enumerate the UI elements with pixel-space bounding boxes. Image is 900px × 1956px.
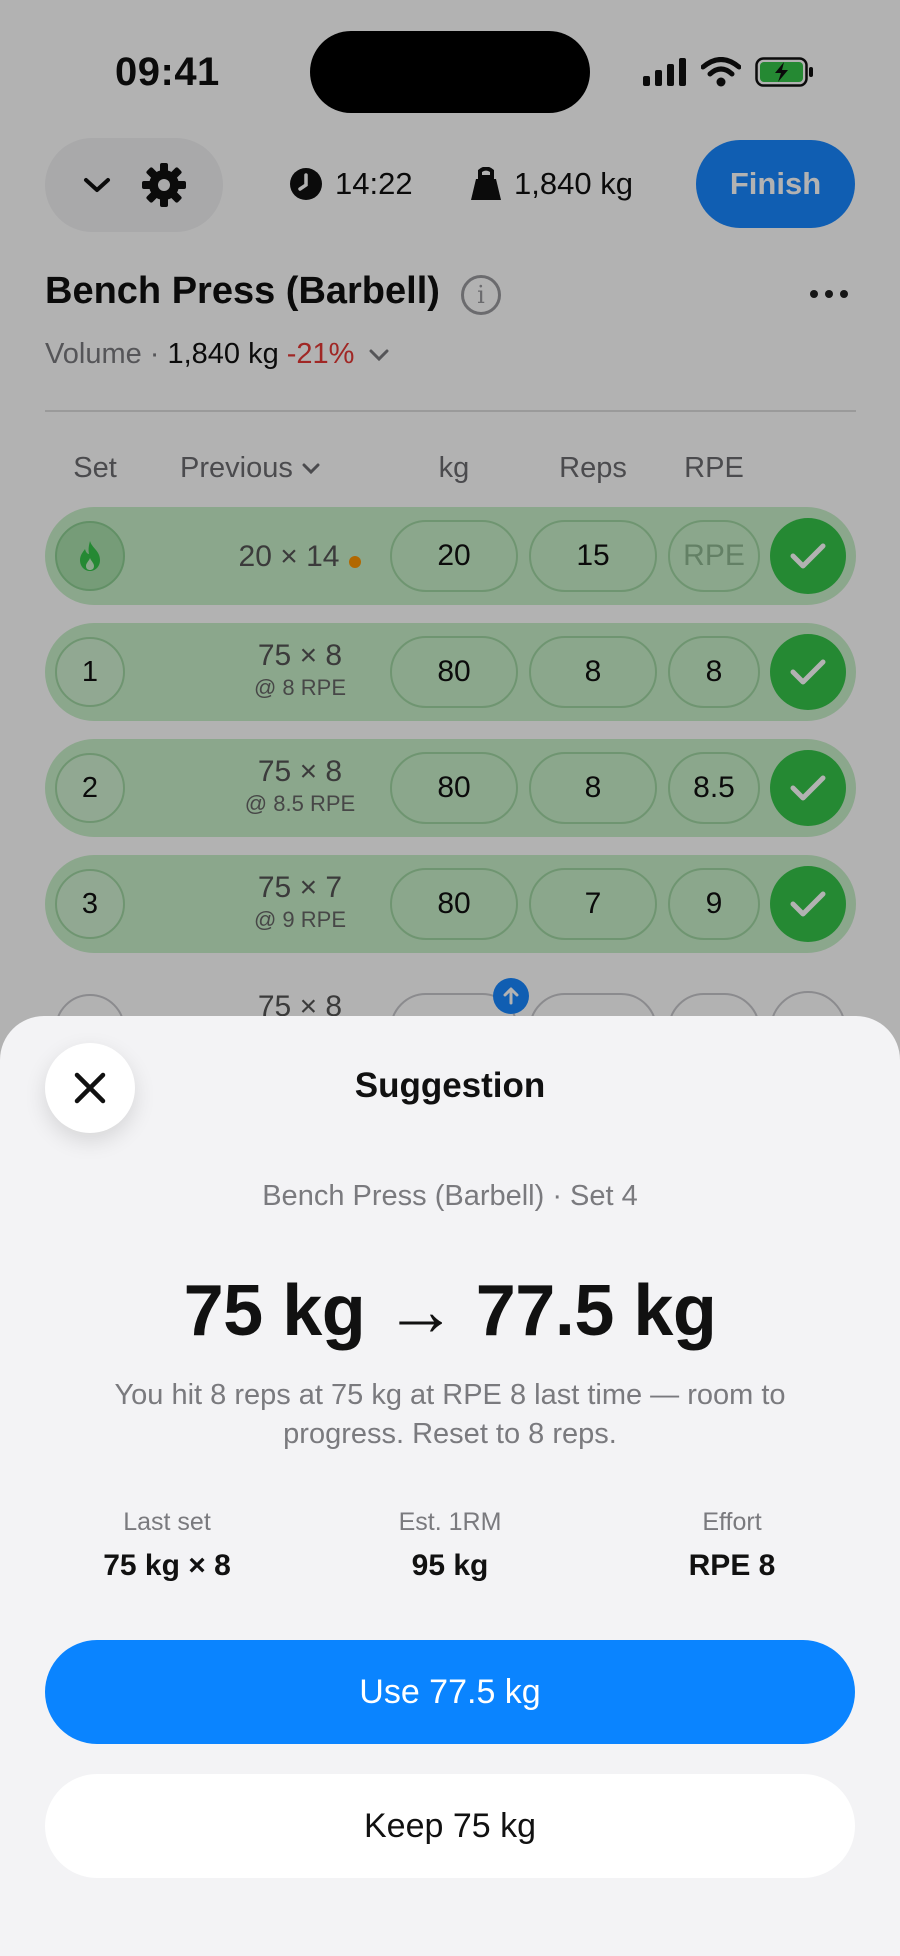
metric-effort: Effort RPE 8 <box>602 1508 862 1583</box>
sheet-title: Suggestion <box>354 1066 546 1105</box>
metric-label: Effort <box>702 1508 762 1536</box>
suggestion-reason: You hit 8 reps at 75 kg at RPE 8 last ti… <box>114 1379 786 1450</box>
metric-value: 95 kg <box>411 1549 489 1582</box>
metric-last-set: Last set 75 kg × 8 <box>37 1508 297 1583</box>
metric-label: Last set <box>123 1508 211 1536</box>
use-suggestion-button[interactable]: Use 77.5 kg <box>45 1640 855 1744</box>
suggestion-headline: 75 kg → 77.5 kg <box>183 1271 717 1351</box>
metric-label: Est. 1RM <box>398 1508 502 1536</box>
metric-est-1rm: Est. 1RM 95 kg <box>320 1508 580 1583</box>
keep-current-button[interactable]: Keep 75 kg <box>45 1774 855 1878</box>
metric-value: 75 kg × 8 <box>103 1549 231 1582</box>
metric-value: RPE 8 <box>688 1549 776 1582</box>
suggestion-context: Bench Press (Barbell) · Set 4 <box>262 1180 638 1212</box>
